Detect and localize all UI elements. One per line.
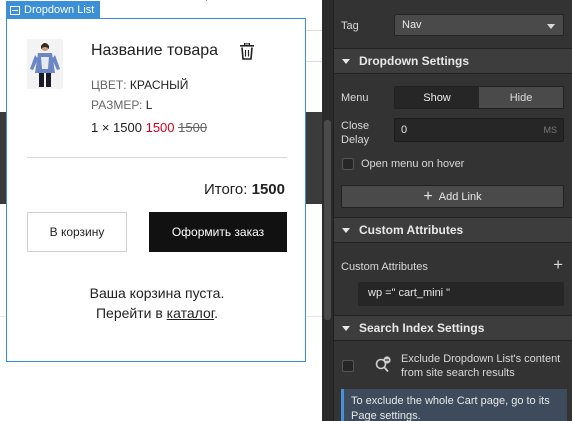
catalog-link-prefix: Перейти в	[95, 305, 163, 321]
total-value: 1500	[251, 181, 285, 198]
dropdown-settings-header[interactable]: Dropdown Settings	[334, 48, 572, 74]
mini-cart-dropdown[interactable]: Название товара ЦВЕТ: КРАСНЫЙ РАЗМЕР: L …	[6, 18, 306, 362]
search-index-title: Search Index Settings	[359, 321, 485, 335]
settings-panel-body: Tag Nav Dropdown Settings Menu Show Hide…	[334, 0, 572, 421]
menu-hide-button[interactable]: Hide	[479, 87, 563, 108]
settings-panel: Tag Nav Dropdown Settings Menu Show Hide…	[322, 0, 572, 421]
plus-icon: +	[423, 187, 433, 205]
cart-total: Итого: 1500	[204, 181, 285, 198]
custom-attributes-label: Custom Attributes	[341, 261, 428, 273]
color-label: ЦВЕТ:	[91, 78, 127, 92]
dropdown-settings-title: Dropdown Settings	[359, 54, 469, 68]
add-attribute-icon[interactable]: +	[553, 256, 563, 273]
catalog-link-line: Перейти в каталог.	[7, 305, 307, 321]
product-color: ЦВЕТ: КРАСНЫЙ	[91, 78, 188, 92]
total-label: Итого:	[203, 181, 248, 198]
add-link-label: Add Link	[438, 190, 482, 203]
close-delay-value: 0	[401, 124, 408, 136]
product-size: РАЗМЕР: L	[91, 98, 152, 112]
dropdown-list-tag-label: Dropdown List	[24, 4, 95, 16]
close-delay-label: Close Delay	[341, 120, 370, 146]
exclude-search-label: Exclude Dropdown List's content from sit…	[401, 353, 561, 379]
dropdown-list-icon	[10, 5, 20, 15]
catalog-link[interactable]: каталог	[167, 305, 214, 321]
checkout-button[interactable]: Оформить заказ	[149, 212, 287, 252]
product-price-line: 1 × 1500 1500 1500	[91, 120, 207, 135]
tag-select[interactable]: Nav	[394, 14, 564, 36]
exclude-search-checkbox[interactable]	[342, 360, 354, 372]
empty-cart-message: Ваша корзина пуста.	[89, 285, 225, 301]
panel-scrollbar[interactable]	[324, 120, 331, 320]
search-info-note: To exclude the whole Cart page, go to it…	[341, 389, 567, 421]
product-name[interactable]: Название товара	[91, 42, 218, 60]
product-thumbnail[interactable]	[27, 39, 63, 89]
collapse-triangle-icon	[342, 227, 350, 233]
color-value: КРАСНЫЙ	[129, 78, 189, 92]
custom-attributes-title: Custom Attributes	[359, 223, 464, 237]
trash-icon[interactable]	[239, 43, 255, 60]
panel-gutter	[322, 0, 334, 421]
designer-canvas: ’ Dropdown List Название товара ЦВЕТ: КР…	[0, 0, 322, 421]
cart-divider	[27, 157, 287, 158]
open-on-hover-checkbox[interactable]	[342, 158, 354, 170]
search-index-header[interactable]: Search Index Settings	[334, 315, 572, 341]
custom-attribute-item[interactable]: wp =" cart_mini "	[358, 282, 564, 306]
open-on-hover-label: Open menu on hover	[361, 158, 465, 170]
catalog-link-suffix: .	[214, 305, 219, 321]
search-exclude-icon	[375, 356, 391, 373]
close-delay-input[interactable]: 0 MS	[394, 118, 564, 142]
collapse-triangle-icon	[342, 58, 350, 64]
close-delay-unit: MS	[543, 125, 558, 135]
canvas-element-edge	[305, 30, 322, 62]
menu-show-button[interactable]: Show	[395, 87, 479, 108]
quantity-price: 1 × 1500	[91, 120, 142, 135]
size-label: РАЗМЕР:	[91, 98, 143, 112]
custom-attributes-header[interactable]: Custom Attributes	[334, 217, 572, 243]
old-price: 1500	[178, 120, 208, 135]
go-to-cart-button[interactable]: В корзину	[27, 212, 127, 252]
chevron-down-icon	[547, 24, 555, 29]
menu-label: Menu	[341, 92, 369, 104]
collapse-triangle-icon	[342, 325, 350, 331]
size-value: L	[145, 98, 153, 112]
tag-select-value: Nav	[402, 19, 422, 31]
sale-price: 1500	[145, 120, 175, 135]
tag-label: Tag	[341, 20, 359, 32]
product-image	[27, 39, 63, 89]
menu-visibility-toggle: Show Hide	[394, 86, 564, 109]
canvas-top-text: ’	[205, 0, 209, 10]
dropdown-list-tag[interactable]: Dropdown List	[6, 1, 101, 18]
add-link-button[interactable]: + Add Link	[341, 185, 564, 208]
